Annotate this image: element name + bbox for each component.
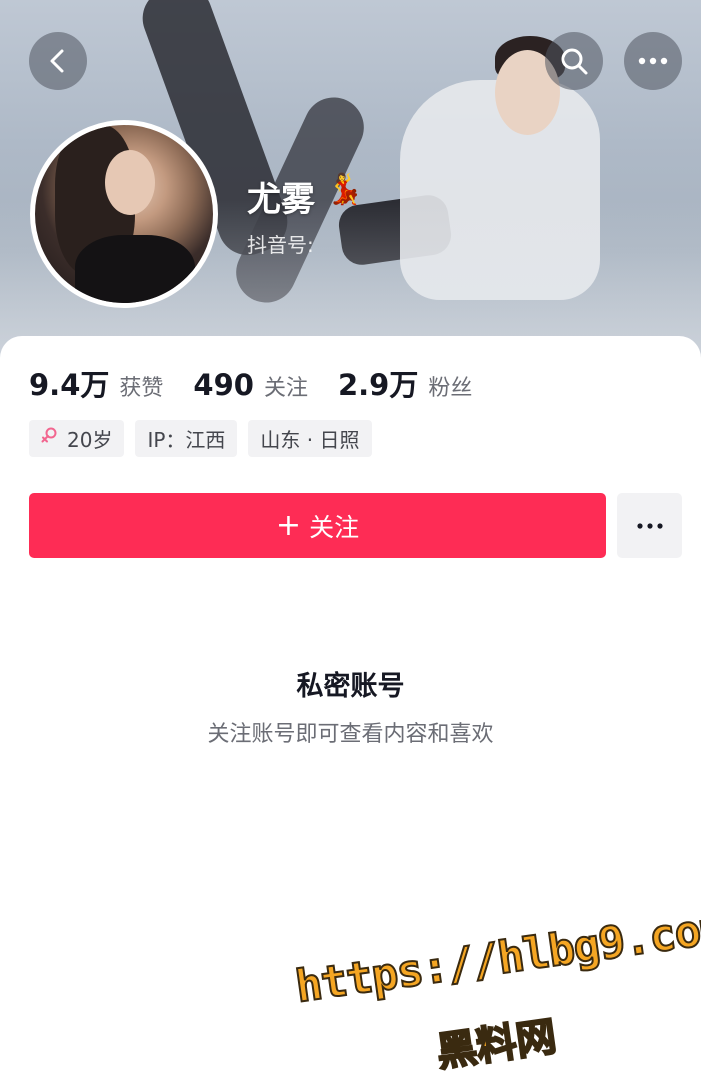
search-button[interactable] bbox=[545, 32, 603, 90]
avatar-image-part bbox=[75, 235, 195, 303]
chevron-left-icon bbox=[50, 49, 64, 73]
more-actions-button[interactable] bbox=[617, 493, 682, 558]
stat-label: 关注 bbox=[263, 376, 308, 401]
dancer-emoji-icon: 💃 bbox=[326, 172, 364, 207]
avatar-image-part bbox=[105, 150, 155, 215]
stat-value: 2.9万 bbox=[337, 368, 419, 402]
stat-value: 490 bbox=[193, 368, 254, 402]
ellipsis-icon bbox=[638, 57, 668, 65]
female-icon bbox=[41, 427, 57, 450]
ip-text: IP：江西 bbox=[147, 428, 226, 452]
private-account-title: 私密账号 bbox=[296, 671, 405, 702]
private-account-subtitle: 关注账号即可查看内容和喜欢 bbox=[207, 722, 494, 747]
age-tag: 20岁 bbox=[29, 420, 125, 457]
ip-tag: IP：江西 bbox=[135, 420, 238, 457]
follow-button[interactable]: + 关注 bbox=[29, 493, 606, 558]
stat-following[interactable]: 490 关注 bbox=[193, 368, 308, 402]
avatar[interactable] bbox=[30, 120, 218, 308]
stat-followers[interactable]: 2.9万 粉丝 bbox=[338, 362, 472, 404]
douyin-id-label[interactable]: 抖音号: bbox=[247, 229, 314, 258]
plus-icon: + bbox=[275, 508, 302, 543]
stat-value: 9.4万 bbox=[29, 368, 110, 402]
search-icon bbox=[561, 48, 588, 75]
stat-likes[interactable]: 9.4万 获赞 bbox=[29, 362, 163, 404]
more-options-button[interactable] bbox=[624, 32, 682, 90]
stat-label: 粉丝 bbox=[428, 376, 473, 401]
follow-label: 关注 bbox=[309, 512, 360, 542]
profile-name: 尤雾 bbox=[247, 180, 315, 220]
location-text: 山东 · 日照 bbox=[260, 428, 360, 452]
back-button[interactable] bbox=[29, 32, 87, 90]
profile-stats: 9.4万 获赞 490 关注 2.9万 粉丝 bbox=[29, 362, 502, 404]
ellipsis-icon bbox=[636, 522, 663, 529]
profile-tags: 20岁 IP：江西 山东 · 日照 bbox=[29, 420, 383, 457]
age-text: 20岁 bbox=[67, 428, 113, 452]
location-tag: 山东 · 日照 bbox=[248, 420, 372, 457]
stat-label: 获赞 bbox=[119, 376, 164, 401]
